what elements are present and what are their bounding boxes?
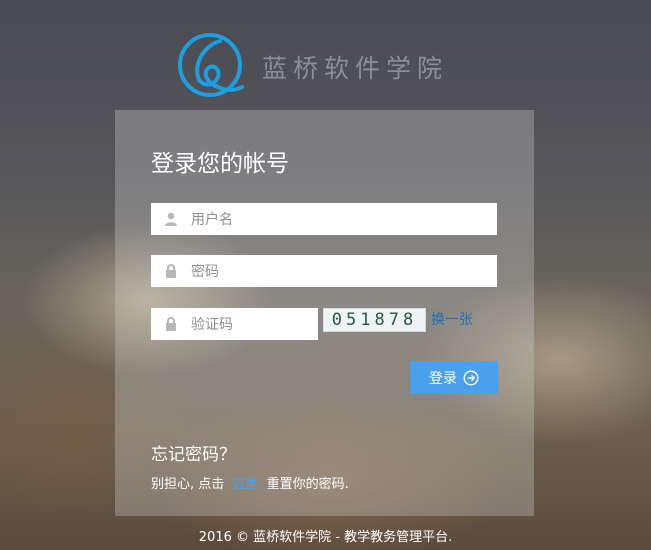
reset-hint: 别担心, 点击 这里 重置你的密码.: [151, 473, 349, 492]
password-placeholder: 密码: [191, 264, 219, 280]
brand-name: 蓝桥软件学院: [262, 54, 449, 83]
login-button-label: 登录: [429, 370, 457, 387]
login-button[interactable]: 登录: [410, 361, 498, 394]
reset-hint-prefix: 别担心, 点击: [151, 477, 225, 492]
password-field[interactable]: 密码: [151, 255, 497, 287]
reset-hint-suffix: 重置你的密码.: [266, 477, 349, 492]
login-panel: 登录您的帐号 用户名 密码 验证码 051878 换一张 登录 忘记密码？ 别担…: [115, 110, 534, 516]
captcha-placeholder: 验证码: [191, 317, 233, 333]
footer-copyright: 2016 © 蓝桥软件学院 - 教学教务管理平台.: [198, 530, 453, 545]
username-placeholder: 用户名: [191, 212, 233, 228]
brand-logo: 蓝桥软件学院: [176, 30, 448, 100]
user-icon: [151, 212, 191, 226]
arrow-right-circle-icon: [463, 369, 479, 386]
refresh-captcha-link[interactable]: 换一张: [431, 309, 473, 329]
lock-icon: [151, 317, 191, 331]
captcha-image[interactable]: 051878: [323, 308, 426, 332]
reset-password-link[interactable]: 这里: [232, 477, 258, 492]
captcha-field[interactable]: 验证码: [151, 308, 318, 340]
forgot-password-title: 忘记密码？: [151, 445, 236, 465]
lock-icon: [151, 264, 191, 278]
login-title: 登录您的帐号: [151, 151, 289, 177]
logo-icon: [178, 33, 244, 97]
username-field[interactable]: 用户名: [151, 203, 497, 235]
